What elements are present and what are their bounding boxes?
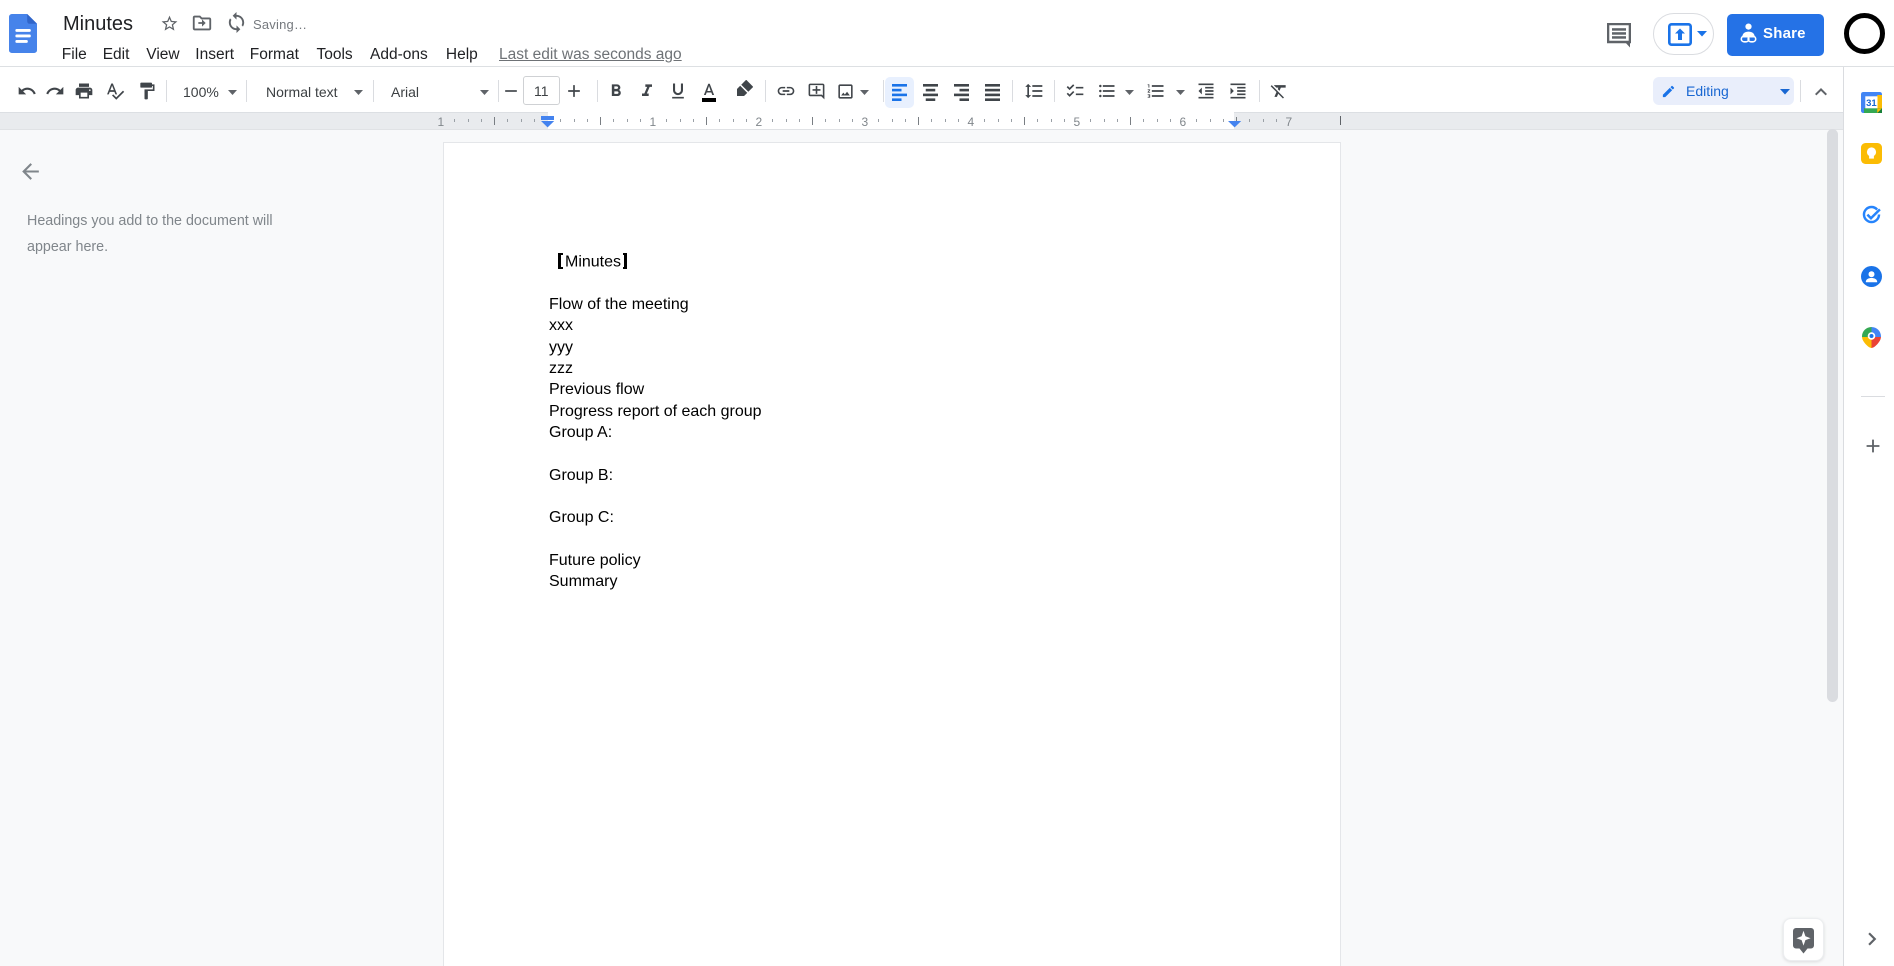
svg-text:31: 31 xyxy=(1866,98,1877,109)
